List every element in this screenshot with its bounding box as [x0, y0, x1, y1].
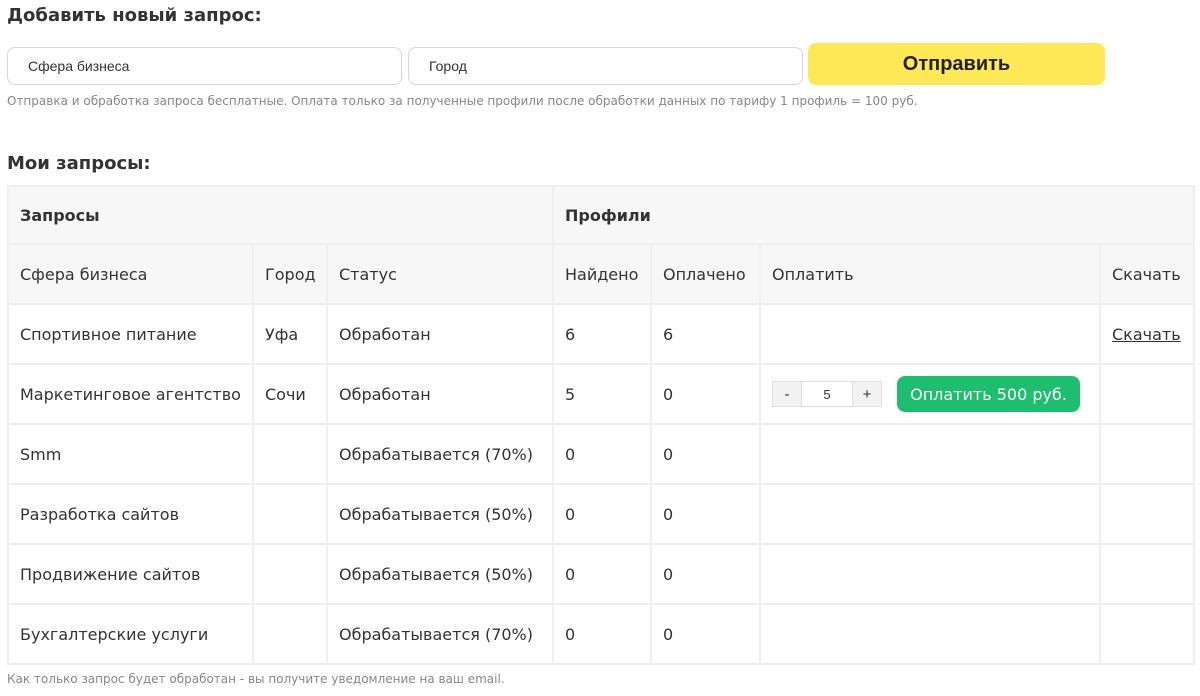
pricing-note: Отправка и обработка запроса бесплатные.… — [7, 94, 918, 108]
table-row: Спортивное питание Уфа Обработан 6 6 Ска… — [7, 303, 1196, 365]
cell-business: Разработка сайтов — [7, 483, 254, 545]
city-input[interactable] — [408, 47, 803, 85]
cell-paid: 0 — [650, 363, 761, 425]
cell-pay — [759, 423, 1101, 485]
cell-found: 0 — [552, 483, 652, 545]
footer-note: Как только запрос будет обработан - вы п… — [7, 672, 505, 686]
table-row: Разработка сайтов Обрабатывается (50%) 0… — [7, 483, 1196, 545]
pay-button[interactable]: Оплатить 500 руб. — [897, 376, 1080, 412]
cell-found: 0 — [552, 603, 652, 665]
decrement-button[interactable]: - — [772, 381, 802, 407]
cell-city — [252, 603, 328, 665]
cell-business: Smm — [7, 423, 254, 485]
cell-status: Обработан — [326, 363, 554, 425]
cell-found: 0 — [552, 543, 652, 605]
col-header-business: Сфера бизнеса — [7, 243, 254, 305]
submit-button[interactable]: Отправить — [808, 43, 1105, 85]
cell-city: Сочи — [252, 363, 328, 425]
col-header-status: Статус — [326, 243, 554, 305]
cell-download — [1098, 423, 1196, 485]
cell-pay — [759, 603, 1101, 665]
quantity-stepper: - + — [772, 381, 882, 407]
cell-status: Обрабатывается (50%) — [326, 543, 554, 605]
cell-business: Спортивное питание — [7, 303, 254, 365]
group-header-profiles: Профили — [551, 185, 1196, 245]
col-header-found: Найдено — [552, 243, 652, 305]
table-row: Smm Обрабатывается (70%) 0 0 — [7, 423, 1196, 485]
col-header-pay: Оплатить — [759, 243, 1101, 305]
cell-paid: 0 — [650, 603, 761, 665]
group-header-requests: Запросы — [7, 185, 554, 245]
my-requests-heading: Мои запросы: — [7, 153, 151, 174]
business-sphere-input[interactable] — [7, 47, 402, 85]
cell-status: Обрабатывается (50%) — [326, 483, 554, 545]
cell-download: Скачать — [1098, 303, 1196, 365]
cell-paid: 0 — [650, 423, 761, 485]
cell-status: Обработан — [326, 303, 554, 365]
cell-pay: - + Оплатить 500 руб. — [759, 363, 1101, 425]
cell-business: Продвижение сайтов — [7, 543, 254, 605]
col-header-paid: Оплачено — [650, 243, 761, 305]
cell-found: 5 — [552, 363, 652, 425]
cell-city: Уфа — [252, 303, 328, 365]
cell-city — [252, 543, 328, 605]
cell-pay — [759, 543, 1101, 605]
cell-download — [1098, 363, 1196, 425]
requests-table: Запросы Профили Сфера бизнеса Город Стат… — [7, 185, 1196, 665]
column-header-row: Сфера бизнеса Город Статус Найдено Оплач… — [7, 243, 1196, 305]
cell-pay — [759, 303, 1101, 365]
table-row: Бухгалтерские услуги Обрабатывается (70%… — [7, 603, 1196, 665]
cell-download — [1098, 543, 1196, 605]
cell-city — [252, 483, 328, 545]
col-header-city: Город — [252, 243, 328, 305]
add-request-heading: Добавить новый запрос: — [7, 5, 262, 26]
cell-paid: 6 — [650, 303, 761, 365]
increment-button[interactable]: + — [852, 381, 882, 407]
group-header-row: Запросы Профили — [7, 185, 1196, 245]
cell-paid: 0 — [650, 543, 761, 605]
cell-found: 0 — [552, 423, 652, 485]
cell-city — [252, 423, 328, 485]
cell-business: Бухгалтерские услуги — [7, 603, 254, 665]
cell-pay — [759, 483, 1101, 545]
cell-paid: 0 — [650, 483, 761, 545]
col-header-download: Скачать — [1098, 243, 1196, 305]
cell-status: Обрабатывается (70%) — [326, 603, 554, 665]
cell-status: Обрабатывается (70%) — [326, 423, 554, 485]
cell-download — [1098, 483, 1196, 545]
cell-business: Маркетинговое агентство — [7, 363, 254, 425]
download-link[interactable]: Скачать — [1112, 325, 1181, 344]
quantity-input[interactable] — [802, 381, 852, 407]
cell-download — [1098, 603, 1196, 665]
table-row: Продвижение сайтов Обрабатывается (50%) … — [7, 543, 1196, 605]
table-row: Маркетинговое агентство Сочи Обработан 5… — [7, 363, 1196, 425]
cell-found: 6 — [552, 303, 652, 365]
